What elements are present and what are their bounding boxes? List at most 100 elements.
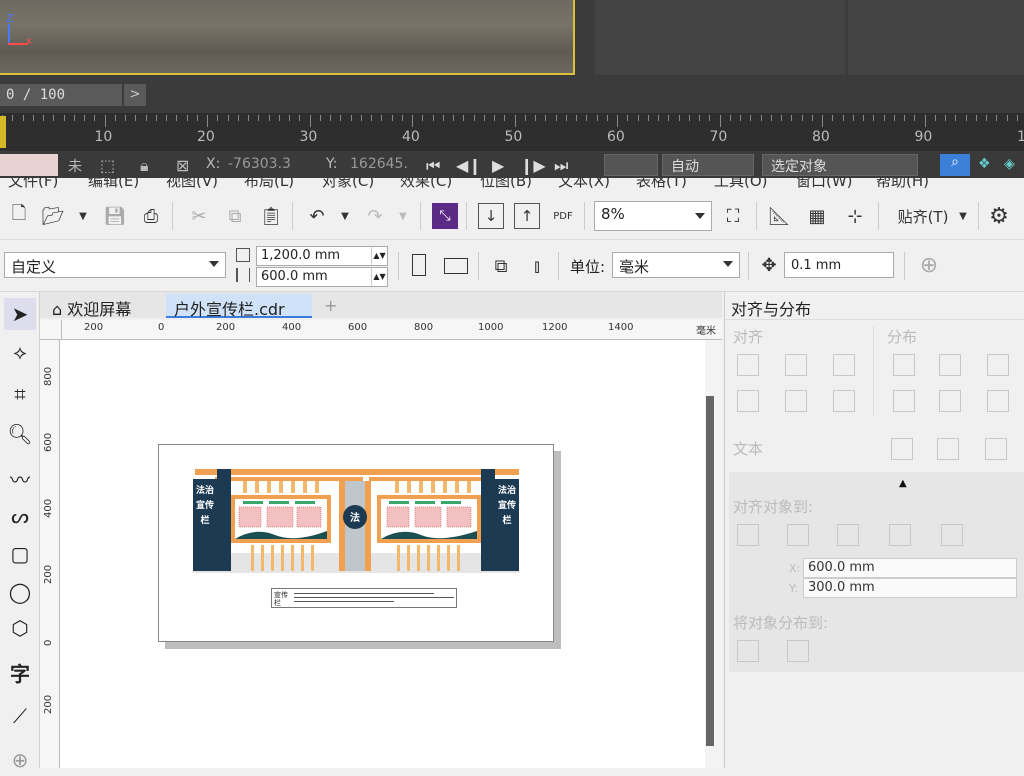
pick-tool-icon[interactable]: ➤ xyxy=(4,298,36,330)
specified-point-icon[interactable] xyxy=(941,524,963,546)
x-position-field[interactable]: 600.0 mm xyxy=(803,558,1017,578)
show-rulers-icon[interactable]: 📐︎ xyxy=(766,203,792,229)
page-width-field[interactable]: 1,200.0 mm ▲▼ xyxy=(256,246,388,266)
menu-table[interactable]: 表格(T) xyxy=(636,178,687,191)
portrait-icon[interactable] xyxy=(412,254,426,276)
cube-icon[interactable]: ◈ xyxy=(1004,156,1015,172)
tab-document[interactable]: 户外宣传栏.cdr xyxy=(166,294,312,319)
distribute-left-icon[interactable] xyxy=(893,354,915,376)
landscape-icon[interactable] xyxy=(444,258,468,274)
open-folder-icon[interactable]: 📂︎ xyxy=(40,203,66,229)
menu-text[interactable]: 文本(X) xyxy=(558,178,610,191)
snap-to-button[interactable]: 贴齐(T) xyxy=(888,203,958,229)
page-height-field[interactable]: 600.0 mm ▲▼ xyxy=(256,267,388,287)
gear-icon[interactable]: ⚙ xyxy=(986,203,1012,229)
zoom-level-combo[interactable]: 8% xyxy=(594,201,712,231)
align-center-v-icon[interactable] xyxy=(785,390,807,412)
timeline-ruler[interactable]: 010203040506070809010 xyxy=(0,113,1024,151)
undo-icon[interactable]: ↶ xyxy=(304,203,330,229)
distribute-right-icon[interactable] xyxy=(987,354,1009,376)
align-top-icon[interactable] xyxy=(737,390,759,412)
menu-object[interactable]: 对象(C) xyxy=(322,178,374,191)
spin-arrows-icon[interactable]: ▲▼ xyxy=(371,268,387,286)
import-icon[interactable]: ↓ xyxy=(478,203,504,229)
show-grid-icon[interactable]: ▦ xyxy=(804,203,830,229)
add-tool-icon[interactable]: ⊕ xyxy=(4,744,36,776)
page-center-icon[interactable] xyxy=(837,524,859,546)
play-icon[interactable]: ▶ xyxy=(492,156,504,175)
viewport-secondary[interactable] xyxy=(595,0,845,75)
goto-end-icon[interactable]: ⏭ xyxy=(554,156,568,176)
selection-lock-icon[interactable]: ⬚ xyxy=(100,156,115,175)
vertical-ruler[interactable]: 800 600 400 200 0 200 xyxy=(40,340,60,768)
search-icon[interactable]: ⌕ xyxy=(940,154,970,176)
align-bottom-icon[interactable] xyxy=(833,390,855,412)
tab-welcome[interactable]: ⌂ 欢迎屏幕 xyxy=(44,294,139,319)
align-right-icon[interactable] xyxy=(833,354,855,376)
rectangle-tool-icon[interactable]: ▢ xyxy=(4,538,36,570)
freehand-tool-icon[interactable]: 〰 xyxy=(4,462,36,494)
menu-file[interactable]: 文件(F) xyxy=(8,178,58,191)
full-screen-icon[interactable]: ⛶ xyxy=(720,203,746,229)
current-page-icon[interactable]: ⫾ xyxy=(524,253,550,279)
crop-tool-icon[interactable]: ⌗ xyxy=(4,378,36,410)
menu-window[interactable]: 窗口(W) xyxy=(796,178,853,191)
add-preset-icon[interactable]: ⊕ xyxy=(916,252,942,278)
page-preset-combo[interactable]: 自定义 xyxy=(4,252,226,278)
menu-view[interactable]: 视图(V) xyxy=(166,178,218,191)
prev-frame-icon[interactable]: ◀❙ xyxy=(456,156,482,175)
ellipse-tool-icon[interactable]: ◯ xyxy=(4,576,36,608)
add-tab-button[interactable]: + xyxy=(316,294,345,318)
artistic-media-icon[interactable]: ᔕ xyxy=(4,500,36,532)
align-center-h-icon[interactable] xyxy=(785,354,807,376)
menu-effects[interactable]: 效果(C) xyxy=(400,178,452,191)
distribute-bottom-icon[interactable] xyxy=(987,390,1009,412)
units-combo[interactable]: 毫米 xyxy=(612,252,740,278)
text-bounding-box-icon[interactable] xyxy=(985,438,1007,460)
undo-dropdown-icon[interactable]: ▼ xyxy=(332,203,358,229)
distribute-center-icon[interactable] xyxy=(939,354,961,376)
menu-tools[interactable]: 工具(O) xyxy=(714,178,768,191)
show-guidelines-icon[interactable]: ⊹ xyxy=(842,203,868,229)
pdf-export-icon[interactable]: PDF xyxy=(550,203,576,229)
horizontal-ruler[interactable]: 200 0 200 400 600 800 1000 1200 1400 毫米 xyxy=(62,320,722,340)
distribute-top-icon[interactable] xyxy=(893,390,915,412)
next-frame-button[interactable]: > xyxy=(124,84,146,106)
zoom-tool-icon[interactable]: 🔍︎ xyxy=(4,418,36,450)
auto-key-button[interactable]: 自动 xyxy=(662,154,754,176)
align-left-icon[interactable] xyxy=(737,354,759,376)
page-edge-icon[interactable] xyxy=(787,524,809,546)
menu-edit[interactable]: 编辑(E) xyxy=(88,178,139,191)
key-button[interactable] xyxy=(604,154,658,176)
all-pages-icon[interactable]: ⧉ xyxy=(488,253,514,279)
spin-arrows-icon[interactable]: ▲▼ xyxy=(371,247,387,265)
document-page[interactable]: 法治 宣传 栏 法治 宣传 栏 法 xyxy=(158,444,554,642)
transform-icon[interactable]: ⊠ xyxy=(176,156,189,175)
info-label-box[interactable]: 宣传栏 xyxy=(271,588,457,608)
goto-start-icon[interactable]: ⏮ xyxy=(426,156,440,176)
distribute-selection-icon[interactable] xyxy=(737,640,759,662)
timeline-cursor[interactable] xyxy=(0,116,6,148)
ruler-corner[interactable] xyxy=(40,320,62,340)
text-last-line-icon[interactable] xyxy=(937,438,959,460)
menu-help[interactable]: 帮助(H) xyxy=(876,178,929,191)
distribute-middle-icon[interactable] xyxy=(939,390,961,412)
viewport-render[interactable]: Z x xyxy=(0,0,575,75)
print-icon[interactable]: ⎙ xyxy=(138,203,164,229)
redo-dropdown-icon[interactable]: ▼ xyxy=(390,203,416,229)
shape-tool-icon[interactable]: ⟡ xyxy=(4,336,36,368)
text-first-line-icon[interactable] xyxy=(891,438,913,460)
menu-layout[interactable]: 布局(L) xyxy=(244,178,294,191)
viewport-tertiary[interactable] xyxy=(848,0,1024,75)
frame-counter[interactable]: 0 / 100 xyxy=(0,84,122,106)
active-object-icon[interactable] xyxy=(737,524,759,546)
color-swatch[interactable] xyxy=(0,154,58,176)
collapse-icon[interactable]: ▲ xyxy=(899,478,907,489)
menu-bitmaps[interactable]: 位图(B) xyxy=(480,178,532,191)
vertical-scrollbar[interactable] xyxy=(706,396,714,746)
nudge-distance-field[interactable]: 0.1 mm xyxy=(784,252,894,278)
text-tool-icon[interactable]: 字 xyxy=(4,656,36,688)
coord-y-value[interactable]: 162645. xyxy=(350,156,408,172)
new-document-icon[interactable]: 🗋 xyxy=(6,203,32,229)
hierarchy-icon[interactable]: ❖ xyxy=(978,156,991,172)
